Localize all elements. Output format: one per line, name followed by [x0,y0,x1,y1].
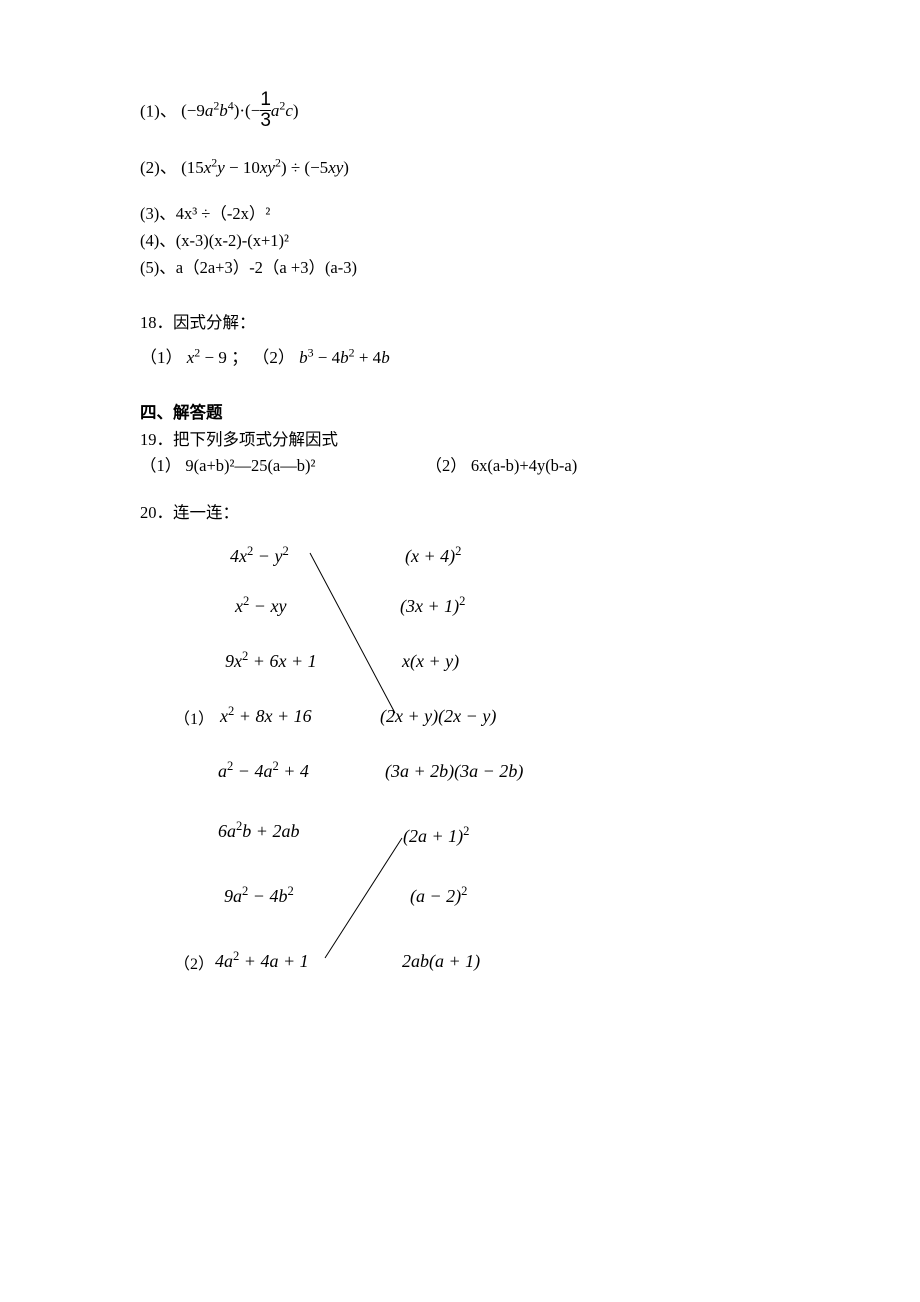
left-1: 4x2 − y2 [230,543,289,570]
right-3: x(x + y) [402,648,459,675]
q18-title: 18．因式分解： [140,311,780,336]
q19-title: 19．把下列多项式分解因式 [140,428,780,453]
q17-part1: (1)、 (−9a2b4)·(−13a2c) [140,92,780,133]
q20-matching: （1） （2） 4x2 − y2 x2 − xy 9x2 + 6x + 1 x2… [180,538,780,968]
q17-p2-label: (2)、 [140,158,177,177]
frac-num: 1 [260,90,271,110]
q18-body: （1） x2 − 9 ； （2） b3 − 4b2 + 4b [140,345,780,371]
right-4: (2x + y)(2x − y) [380,703,496,730]
q20-title: 20．连一连： [140,501,780,526]
left-8: 4a2 + 4a + 1 [215,948,309,975]
q19-p2-expr: 6x(a-b)+4y(b-a) [471,456,577,475]
q18-p2-label: （2） [252,348,295,367]
q17-part4: (4)、(x-3)(x-2)-(x+1)² [140,229,780,254]
right-2: (3x + 1)2 [400,593,465,620]
q20-label-1: （1） [174,708,214,732]
right-5: (3a + 2b)(3a − 2b) [385,758,523,785]
right-8: 2ab(a + 1) [402,948,480,975]
q19-p2: （2） 6x(a-b)+4y(b-a) [425,454,577,479]
q19-body: （1） 9(a+b)²—25(a—b)² （2） 6x(a-b)+4y(b-a) [140,454,780,479]
q17-p5-text: (5)、a（2a+3）-2（a +3）(a-3) [140,258,357,277]
section-4-heading: 四、解答题 [140,401,780,426]
left-3: 9x2 + 6x + 1 [225,648,317,675]
q18-sep: ； [231,348,248,367]
q17-part3: (3)、4x³ ÷（-2x）² [140,202,780,227]
q18-p1-label: （1） [140,348,183,367]
line-1 [310,553,395,713]
left-5: a2 − 4a2 + 4 [218,758,309,785]
right-6: (2a + 1)2 [403,823,469,850]
q19-p1-label: （1） [140,456,181,475]
q17-p1-label: (1)、 [140,101,177,120]
left-6: 6a2b + 2ab [218,818,299,845]
frac-den: 3 [260,110,271,131]
line-2 [325,838,402,958]
q20-label-2: （2） [174,953,214,977]
q19-p2-label: （2） [425,456,466,475]
right-7: (a − 2)2 [410,883,467,910]
page-root: (1)、 (−9a2b4)·(−13a2c) (2)、 (15x2y − 10x… [0,0,920,968]
left-2: x2 − xy [235,593,286,620]
q17-part5: (5)、a（2a+3）-2（a +3）(a-3) [140,256,780,281]
q19-p1: （1） 9(a+b)²—25(a—b)² [140,454,315,479]
q17-p4-text: (4)、(x-3)(x-2)-(x+1)² [140,231,289,250]
q17-p3-text: (3)、4x³ ÷（-2x）² [140,204,270,223]
left-7: 9a2 − 4b2 [224,883,294,910]
right-1: (x + 4)2 [405,543,461,570]
left-4: x2 + 8x + 16 [220,703,312,730]
q19-p1-expr: 9(a+b)²—25(a—b)² [185,456,315,475]
q17-part2: (2)、 (15x2y − 10xy2) ÷ (−5xy) [140,155,780,181]
